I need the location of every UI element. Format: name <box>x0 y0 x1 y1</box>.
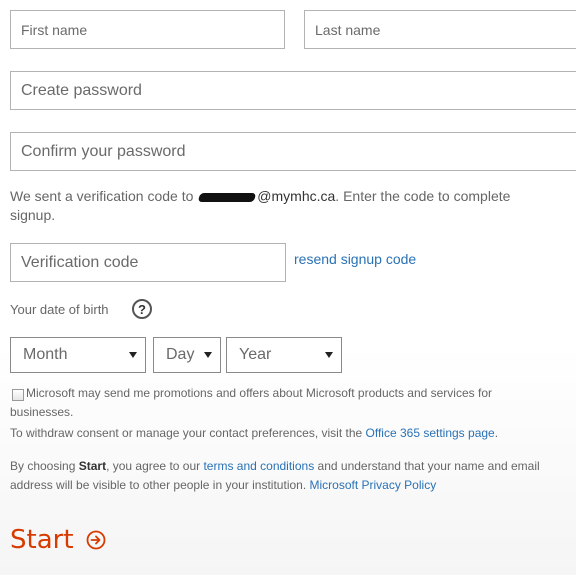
last-name-field[interactable]: Last name <box>304 10 576 49</box>
start-label: Start <box>10 525 74 555</box>
verification-text-before: We sent a verification code to <box>10 188 198 204</box>
month-select-value: Month <box>23 346 68 363</box>
confirm-password-placeholder: Confirm your password <box>21 142 186 160</box>
year-select[interactable]: Year <box>226 337 342 373</box>
verification-code-field[interactable]: Verification code <box>10 243 286 282</box>
verification-email-domain: @mymhc.ca <box>257 188 336 204</box>
promotions-label: Microsoft may send me promotions and off… <box>10 386 492 419</box>
verification-code-placeholder: Verification code <box>21 253 139 271</box>
terms-prefix: By choosing <box>10 459 79 473</box>
confirm-password-field[interactable]: Confirm your password <box>10 132 576 171</box>
month-select[interactable]: Month <box>10 337 146 373</box>
withdraw-period: . <box>494 426 499 440</box>
resend-code-link[interactable]: resend signup code <box>294 250 416 269</box>
arrow-circle-right-icon <box>86 530 105 550</box>
terms-start-word: Start <box>78 459 107 473</box>
first-name-placeholder: First name <box>21 21 88 38</box>
terms-link[interactable]: terms and conditions <box>203 459 314 473</box>
withdraw-consent-text: To withdraw consent or manage your conta… <box>10 424 570 443</box>
year-select-value: Year <box>239 346 272 363</box>
first-name-field[interactable]: First name <box>10 10 285 49</box>
office-settings-link[interactable]: Office 365 settings page <box>366 426 495 440</box>
dob-label: Your date of birth <box>10 302 109 317</box>
terms-text: By choosing Start, you agree to our term… <box>10 457 572 495</box>
chevron-down-icon <box>325 352 333 358</box>
redacted-email <box>198 192 257 202</box>
last-name-placeholder: Last name <box>315 21 381 38</box>
terms-middle: , you agree to our <box>106 459 204 473</box>
day-select-value: Day <box>166 346 195 363</box>
privacy-policy-link[interactable]: Microsoft Privacy Policy <box>310 478 437 492</box>
chevron-down-icon <box>204 352 212 358</box>
withdraw-text: To withdraw consent or manage your conta… <box>10 426 366 440</box>
start-button[interactable]: Start <box>10 525 106 555</box>
verification-message: We sent a verification code to @mymhc.ca… <box>10 187 550 225</box>
create-password-field[interactable]: Create password <box>10 71 576 110</box>
create-password-placeholder: Create password <box>21 81 142 99</box>
day-select[interactable]: Day <box>153 337 221 373</box>
question-circle-icon[interactable]: ? <box>132 299 152 319</box>
chevron-down-icon <box>129 352 137 358</box>
